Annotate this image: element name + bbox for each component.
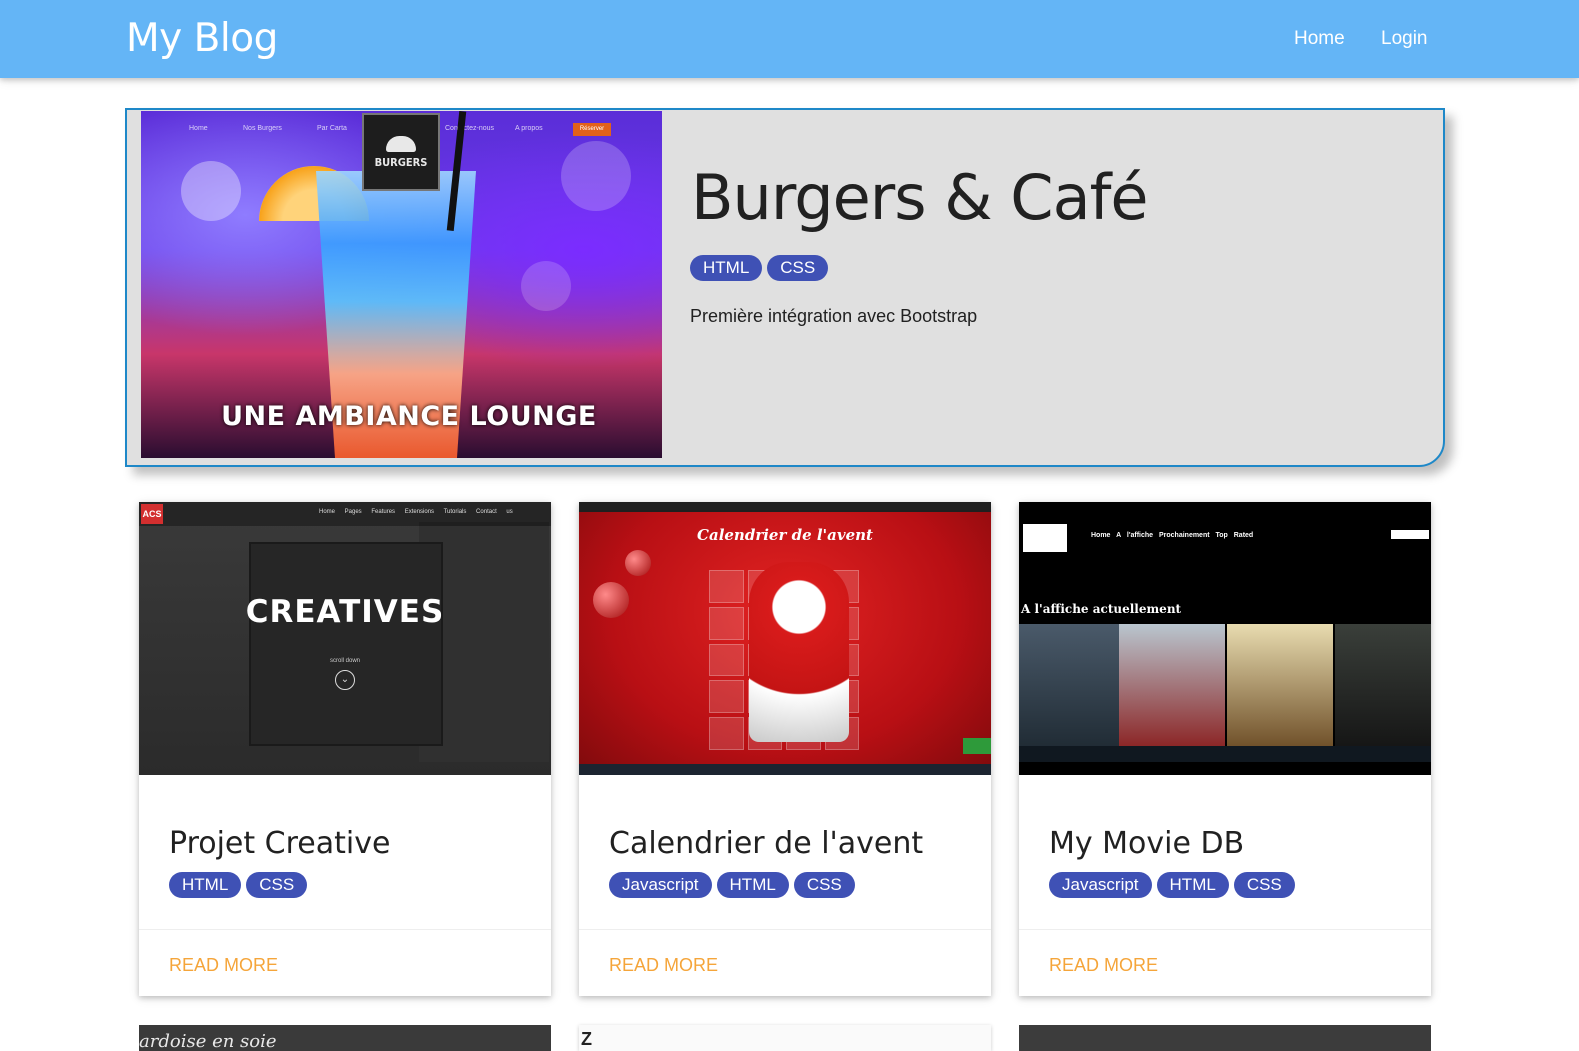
santa-illustration — [749, 562, 849, 742]
chevron-down-icon: ⌄ — [335, 670, 355, 690]
image-search-box — [1391, 530, 1429, 539]
tag-badge[interactable]: CSS — [1233, 872, 1295, 898]
card-divider — [579, 929, 991, 930]
tag-badge[interactable]: Javascript — [1049, 872, 1152, 898]
browser-urlbar — [579, 502, 991, 512]
featured-description: Première intégration avec Bootstrap — [690, 306, 978, 326]
featured-title[interactable]: Burgers & Café — [691, 162, 1149, 234]
nav-home-link[interactable]: Home — [1294, 27, 1345, 51]
tag-badge[interactable]: CSS — [246, 872, 308, 898]
tag-badge[interactable]: HTML — [690, 255, 763, 281]
card-divider — [1019, 929, 1431, 930]
burgers-logo-text: BURGERS — [374, 155, 428, 169]
partial-image-text: Z — [581, 1029, 592, 1049]
movie-poster — [1335, 624, 1431, 752]
scroll-label: scroll down — [329, 658, 360, 664]
image-headline: Calendrier de l'avent — [697, 526, 873, 544]
tag-badge[interactable]: Javascript — [609, 872, 712, 898]
card-image[interactable]: Calendrier de l'avent — [579, 502, 991, 775]
read-more-link[interactable]: READ MORE — [169, 955, 278, 976]
post-card-partial[interactable] — [1019, 1025, 1431, 1051]
card-divider — [139, 929, 551, 930]
nav-login-link[interactable]: Login — [1381, 27, 1428, 51]
mini-nav-item: Par Carta — [317, 125, 347, 132]
partial-image-text: ardoise en soie — [139, 1031, 277, 1051]
image-nav-text: Home A l'affiche Prochainement Top Rated — [1091, 532, 1254, 539]
card-tags: Javascript HTML CSS — [609, 872, 855, 898]
card-image[interactable]: ACS Home Pages Features Extensions Tutor… — [139, 502, 551, 775]
bokeh-light — [561, 141, 631, 211]
mini-reserve-button: Réserver — [573, 123, 611, 136]
ornament-icon — [593, 582, 629, 618]
brand-logo[interactable]: My Blog — [126, 16, 278, 62]
mini-nav-item: Nos Burgers — [243, 125, 282, 132]
post-card: ACS Home Pages Features Extensions Tutor… — [139, 502, 551, 996]
burgers-logo: BURGERS — [362, 113, 440, 191]
tag-badge[interactable]: HTML — [169, 872, 242, 898]
image-green-button — [963, 738, 991, 754]
tag-badge[interactable]: CSS — [793, 872, 855, 898]
bokeh-light — [181, 161, 241, 221]
mini-nav-item: A propos — [515, 125, 543, 132]
acs-badge: ACS — [141, 504, 163, 524]
read-more-link[interactable]: READ MORE — [1049, 955, 1158, 976]
tag-badge[interactable]: CSS — [767, 255, 829, 281]
card-title[interactable]: Calendrier de l'avent — [609, 825, 923, 863]
movie-logo — [1023, 524, 1067, 552]
image-taskbar — [579, 764, 991, 775]
movie-poster — [1119, 624, 1225, 752]
featured-image[interactable]: Home Nos Burgers Par Carta Contactez-nou… — [141, 111, 662, 458]
mini-nav-item: Contactez-nous — [445, 125, 495, 132]
ornament-icon — [625, 550, 651, 576]
image-nav-text: Home Pages Features Extensions Tutorials… — [319, 509, 513, 515]
post-card: Home A l'affiche Prochainement Top Rated… — [1019, 502, 1431, 996]
card-tags: Javascript HTML CSS — [1049, 872, 1295, 898]
image-taskbar — [1019, 746, 1431, 762]
card-tags: HTML CSS — [169, 872, 308, 898]
movie-poster — [1227, 624, 1333, 752]
read-more-link[interactable]: READ MORE — [609, 955, 718, 976]
movie-poster — [1019, 624, 1119, 752]
image-headline: CREATIVES — [245, 594, 445, 630]
bokeh-light — [521, 261, 571, 311]
post-card-partial[interactable]: Z — [579, 1025, 991, 1051]
card-title[interactable]: Projet Creative — [169, 825, 390, 863]
post-card: Calendrier de l'avent Calendrier de l'av… — [579, 502, 991, 996]
tag-badge[interactable]: HTML — [1156, 872, 1229, 898]
navbar: My Blog Home Login — [0, 0, 1579, 78]
card-title[interactable]: My Movie DB — [1049, 825, 1244, 863]
post-card-partial[interactable]: ardoise en soie — [139, 1025, 551, 1051]
lounge-overlay-text: UNE AMBIANCE LOUNGE — [221, 401, 597, 432]
burger-icon — [386, 135, 416, 152]
tag-badge[interactable]: HTML — [716, 872, 789, 898]
mini-nav-item: Home — [189, 125, 208, 132]
image-headline: A l'affiche actuellement — [1021, 602, 1182, 616]
image-prop — [249, 542, 443, 746]
featured-post: Home Nos Burgers Par Carta Contactez-nou… — [125, 108, 1445, 467]
card-image[interactable]: Home A l'affiche Prochainement Top Rated… — [1019, 502, 1431, 775]
featured-tags: HTML CSS — [690, 255, 829, 281]
